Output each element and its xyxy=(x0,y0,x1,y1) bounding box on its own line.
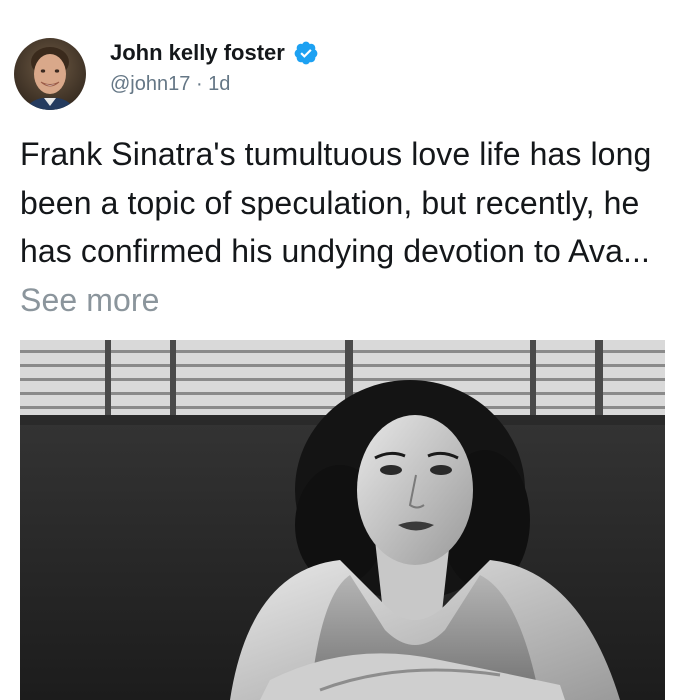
verified-badge-icon xyxy=(293,40,319,66)
post-image[interactable] xyxy=(20,340,665,700)
post-age[interactable]: 1d xyxy=(208,73,230,95)
post-card: John kelly foster @john17 · 1d Frank Sin… xyxy=(0,0,700,700)
author-handle[interactable]: @john17 xyxy=(110,73,190,95)
meta-separator: · xyxy=(195,73,203,95)
post-body-text: Frank Sinatra's tumultuous love life has… xyxy=(20,136,652,269)
see-more-link[interactable]: See more xyxy=(20,282,160,318)
author-name-row: John kelly foster xyxy=(110,39,319,67)
author-avatar[interactable] xyxy=(14,38,86,110)
post-body: Frank Sinatra's tumultuous love life has… xyxy=(20,130,680,324)
author-display-name[interactable]: John kelly foster xyxy=(110,39,285,67)
author-meta: @john17 · 1d xyxy=(110,71,230,97)
